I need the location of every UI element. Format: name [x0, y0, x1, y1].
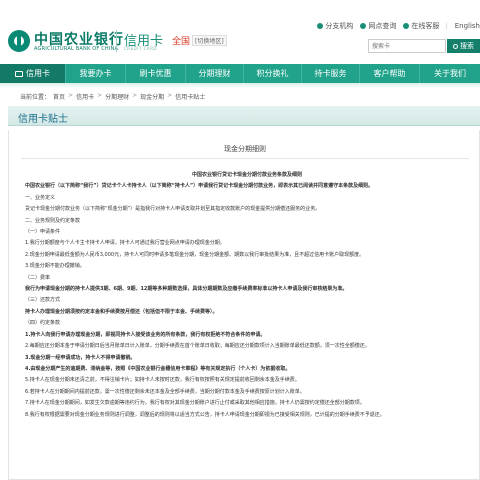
article-line: （二）费率: [25, 274, 51, 281]
article-line: 4.由现金分期产生的逾期费、滞纳金等，按照《中国农业银行金穗信用卡章程》等有关规…: [25, 365, 291, 372]
article-line: 一、业务定义: [25, 194, 56, 201]
article-body: 中国农业银行贷记卡现金分期付款业务条款及细则 中国农业银行（以下简称“我行”）贷…: [25, 170, 469, 421]
nav-item-points[interactable]: 积分换礼: [244, 64, 302, 83]
article-line: （一）申请条件: [25, 229, 61, 236]
article-line: （四）约定条款: [25, 320, 61, 327]
top-link-service[interactable]: 在线客服: [403, 21, 439, 31]
bank-name-en: AGRICULTURAL BANK OF CHINA: [34, 46, 119, 52]
credit-card-title-en: CREDIT CARD: [124, 46, 157, 51]
search-button[interactable]: 搜索: [447, 39, 480, 53]
article-line: 2.现金分期申请最低金额为人民币3,000元，持卡人可同时申请多笔现金分期，现金…: [25, 251, 365, 258]
article-line: （三）还款方式: [25, 297, 61, 304]
main-nav: 信用卡 我要办卡 刷卡优惠 分期理财 积分换礼 持卡服务 客户帮助 关于我们: [0, 64, 480, 83]
article-heading: 中国农业银行贷记卡现金分期付款业务条款及细则: [191, 172, 302, 178]
card-icon: [15, 70, 23, 77]
nav-item-offers[interactable]: 刷卡优惠: [126, 64, 186, 83]
breadcrumb-prefix: 当前位置：: [20, 94, 51, 101]
article-panel: 现金分期细则 中国农业银行贷记卡现金分期付款业务条款及细则 中国农业银行（以下简…: [8, 130, 480, 480]
link-separator: |: [445, 22, 448, 30]
page-title: 信用卡贴士: [18, 114, 68, 125]
chat-icon: [403, 23, 410, 29]
nav-shadow: [0, 83, 480, 88]
top-links: 分支机构 网点查询 在线客服 | English: [310, 20, 480, 32]
nav-item-installments[interactable]: 分期理财: [186, 64, 244, 83]
logo-divider: [116, 30, 117, 52]
breadcrumb-credit-card[interactable]: 信用卡: [76, 92, 94, 101]
nav-item-about[interactable]: 关于我们: [420, 64, 480, 83]
article-line: 1.持卡人向我行申请办理现金分期，即视同持卡人接受该业务的所有条款，我行有权拒绝…: [25, 331, 266, 338]
article-line: 3.现金分期不能办理撤销。: [25, 263, 85, 270]
section-title-bar: 信用卡贴士: [8, 106, 480, 126]
article-subtitle: 现金分期细则: [224, 145, 266, 153]
location-icon: [360, 23, 367, 29]
article-line: 1.我行分期额度与个人卡主卡持卡人申请，持卡人可通过我行营业网点申请办理现金分期…: [25, 240, 225, 247]
article-line: 我行为申请现金分期的持卡人提供3期、6期、9期、12期等多种期数选择，具体分期期…: [25, 286, 348, 293]
article-line: 7.持卡人在现金分期期间，如发生欠款逾期等违约行为，我行有权对其现金分期账户进行…: [25, 400, 365, 407]
search-icon: [453, 43, 458, 49]
article-line: 2.每期应还分期本金于申请分期日后当月账单日计入账单，分期手续费在首个账单日收取…: [25, 343, 370, 350]
breadcrumb-separator: >: [132, 92, 138, 99]
site-header: 中国农业银行 AGRICULTURAL BANK OF CHINA 信用卡 CR…: [0, 0, 480, 62]
article-line: 持卡人办理现金分期须按约定本金和手续费按月偿还（包括但不限于本金、手续费等）。: [25, 308, 218, 315]
region-label: 全国: [172, 37, 191, 47]
article-line: 8.我行有权根据需要对现金分期业务规则进行调整，调整后的规则将以适当方式公告，持…: [25, 411, 385, 418]
top-link-english[interactable]: English: [455, 22, 480, 30]
breadcrumb: 当前位置： 首页 > 信用卡 > 分期理财 > 现金分期 > 信用卡贴士: [20, 92, 205, 101]
nav-item-apply[interactable]: 我要办卡: [66, 64, 126, 83]
bank-logo-icon[interactable]: [8, 30, 30, 52]
article-line: 贷记卡现金分期付款业务（以下简称“现金分期”）是指我行对持卡人申请支取并划至其指…: [25, 206, 321, 213]
breadcrumb-home[interactable]: 首页: [53, 92, 65, 101]
article-line: 5.持卡人在现金分期未还清之前，不得注销卡片；如持卡人未按时还款，我行有权按照有…: [25, 377, 300, 384]
breadcrumb-current: 信用卡贴士: [175, 94, 206, 101]
nav-item-card-service[interactable]: 持卡服务: [302, 64, 360, 83]
divider: [21, 158, 469, 159]
article-line: 中国农业银行（以下简称“我行”）贷记卡个人卡持卡人（以下简称“持卡人”）申请我行…: [25, 183, 374, 190]
article-line: 6.若持卡人在分期期间内提前还款，需一次性偿还剩余未还本金及全部手续费，当期分期…: [25, 388, 305, 395]
search-input[interactable]: [368, 39, 446, 53]
breadcrumb-installments[interactable]: 分期理财: [105, 92, 129, 101]
top-link-branches[interactable]: 分支机构: [317, 21, 353, 31]
branch-icon: [317, 23, 324, 29]
breadcrumb-separator: >: [68, 92, 74, 99]
breadcrumb-cash-installment[interactable]: 现金分期: [140, 92, 164, 101]
region-switch-link[interactable]: [切换地区]: [192, 35, 227, 46]
nav-item-credit-card[interactable]: 信用卡: [0, 64, 66, 83]
top-link-outlets[interactable]: 网点查询: [360, 21, 396, 31]
breadcrumb-separator: >: [97, 92, 103, 99]
breadcrumb-separator: >: [167, 92, 173, 99]
nav-item-help[interactable]: 客户帮助: [360, 64, 420, 83]
article-line: 3.现金分期一经申请成功，持卡人不得申请撤销。: [25, 354, 136, 361]
article-line: 二、业务规则及约定条款: [25, 217, 81, 224]
